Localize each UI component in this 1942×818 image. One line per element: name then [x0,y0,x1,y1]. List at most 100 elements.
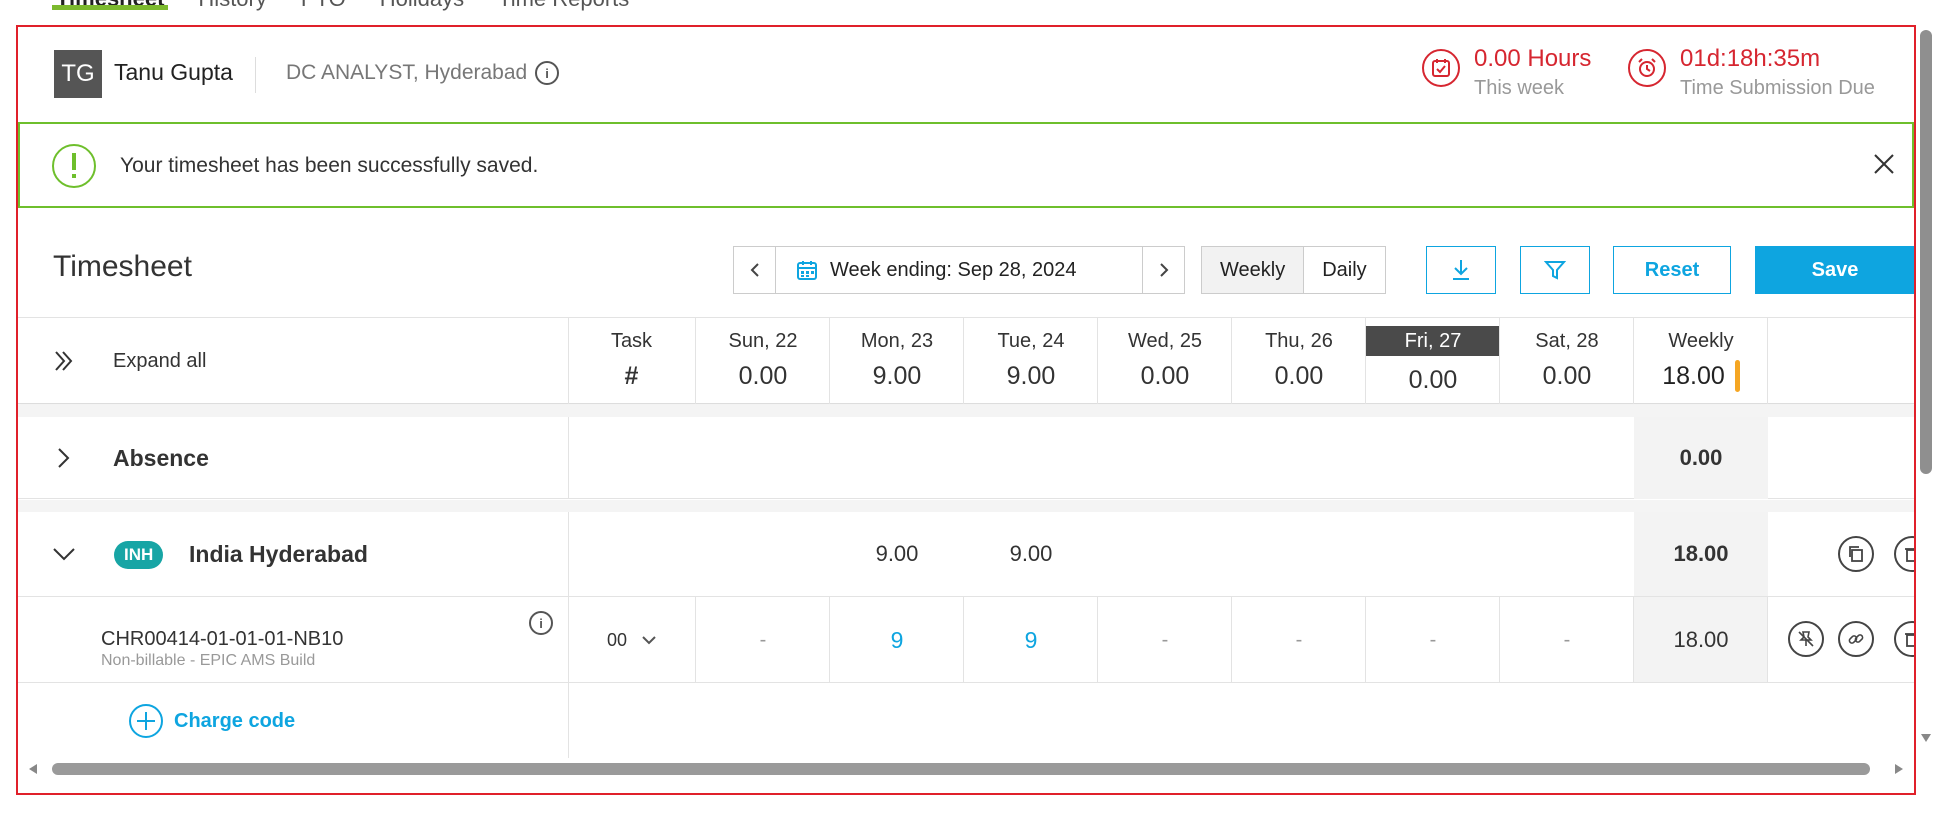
chevron-down-icon [642,636,656,645]
top-nav: Timesheet History PTO Holidays Time Repo… [52,0,633,22]
weekly-total-cell: 18.00 [1634,358,1768,394]
week-ending-selector[interactable]: Week ending: Sep 28, 2024 [776,247,1142,293]
project-badge: INH [114,541,164,569]
group-tue-hours: 9.00 [1009,541,1053,566]
filter-icon [1544,261,1566,280]
week-navigator: Week ending: Sep 28, 2024 [733,246,1185,294]
day-total: 0.00 [1408,365,1458,394]
task-header: Task [610,329,653,352]
info-icon[interactable]: i [535,61,559,85]
group-total: 18.00 [1634,512,1768,596]
hours-input[interactable]: - [1366,597,1500,683]
reset-button[interactable]: Reset [1613,246,1731,294]
vertical-scrollbar[interactable] [1916,30,1936,750]
task-number: 00 [606,629,628,650]
close-icon[interactable] [1868,148,1900,180]
info-icon[interactable]: i [529,611,553,635]
task-number-select[interactable]: 00 [569,597,695,683]
project-group-row: INH India Hyderabad 9.00 9.00 18.00 [18,512,1914,596]
chevron-down-icon[interactable] [50,542,78,566]
hours-input[interactable]: - [696,597,830,683]
day-total: 0.00 [1542,361,1592,390]
user-role: DC ANALYST, Hyderabad [286,61,528,84]
due-label: Time Submission Due [1680,77,1875,99]
horizontal-scrollbar[interactable] [26,760,1906,778]
download-icon [1453,260,1469,280]
day-total: 0.00 [1274,361,1324,390]
header-divider [255,57,256,93]
weekly-progress-marker [1734,360,1740,392]
user-name: Tanu Gupta [114,59,233,85]
calendar-check-icon [1422,49,1460,87]
copy-icon[interactable] [1838,536,1874,572]
chevron-right-icon[interactable] [50,445,76,471]
group-mon-hours: 9.00 [875,541,919,566]
banner-message: Your timesheet has been successfully sav… [120,154,539,177]
hours-input[interactable]: 9 [830,597,964,683]
day-total: 0.00 [738,361,788,390]
page-title: Timesheet [53,250,192,283]
plus-circle-icon [129,704,163,738]
bottom-strip [0,786,1942,818]
horizontal-scroll-thumb[interactable] [52,763,1870,775]
vertical-scroll-thumb[interactable] [1920,30,1932,474]
week-ending-label: Week ending: Sep 28, 2024 [830,258,1077,281]
project-name: India Hyderabad [189,540,368,567]
absence-label: Absence [113,444,209,471]
expand-all-icon[interactable] [48,346,78,376]
next-week-button[interactable] [1142,247,1184,293]
charge-code-desc: Non-billable - EPIC AMS Build [101,652,316,669]
day-header-today: Fri, 27 [1366,326,1500,356]
hours-input[interactable]: - [1098,597,1232,683]
day-total: 0.00 [1140,361,1190,390]
user-header: TG Tanu Gupta DC ANALYST, Hyderabad i 0.… [18,27,1914,123]
save-button[interactable]: Save [1755,246,1915,294]
hours-input[interactable]: 9 [964,597,1098,683]
day-header: Tue, 24 [997,329,1065,352]
task-total: 18.00 [1634,597,1768,683]
charge-code: CHR00414-01-01-01-NB10 [101,627,344,650]
add-charge-code-row: Charge code [18,682,1914,758]
tab-history[interactable]: History [194,0,270,22]
weekly-view-button[interactable]: Weekly [1202,247,1305,293]
day-total: 9.00 [872,361,922,390]
expand-all-label[interactable]: Expand all [113,346,206,376]
due-value: 01d:18h:35m [1680,45,1821,72]
hours-input[interactable]: - [1232,597,1366,683]
absence-row: Absence 0.00 [18,417,1914,499]
success-banner: Your timesheet has been successfully sav… [18,122,1914,208]
tab-timesheet[interactable]: Timesheet [52,0,169,22]
avatar: TG [54,50,102,98]
tab-holidays[interactable]: Holidays [376,0,468,22]
day-header: Wed, 25 [1127,329,1203,352]
day-header: Mon, 23 [860,329,934,352]
daily-view-button[interactable]: Daily [1304,247,1384,293]
day-header: Thu, 26 [1265,329,1333,352]
tab-time-reports[interactable]: Time Reports [494,0,633,22]
calendar-icon [797,261,817,280]
hours-label: This week [1474,77,1565,99]
task-row: CHR00414-01-01-01-NB10 Non-billable - EP… [18,596,1914,683]
weekly-total: 18.00 [1662,361,1725,390]
unpin-icon[interactable] [1788,621,1824,657]
day-total: 9.00 [1006,361,1056,390]
absence-total: 0.00 [1634,417,1768,499]
hours-value: 0.00 Hours [1474,45,1592,72]
task-hash-header: # [624,361,639,390]
delete-icon[interactable] [1894,536,1914,572]
filter-button[interactable] [1520,246,1590,294]
download-button[interactable] [1426,246,1496,294]
day-header: Sun, 22 [728,329,798,352]
add-charge-code-label: Charge code [174,709,296,732]
prev-week-button[interactable] [734,247,776,293]
alarm-clock-icon [1628,49,1666,87]
hours-input[interactable]: - [1500,597,1634,683]
delete-icon[interactable] [1894,621,1914,657]
tab-pto[interactable]: PTO [297,0,350,22]
timesheet-grid: Expand all Task # Sun, 22 0.00 Mon, 23 9… [18,318,1914,758]
day-header: Sat, 28 [1535,329,1599,352]
view-toggle: Weekly Daily [1201,246,1386,294]
add-charge-code-button[interactable]: Charge code [128,703,295,739]
grid-header-row: Expand all Task # Sun, 22 0.00 Mon, 23 9… [18,318,1914,404]
link-icon[interactable] [1838,621,1874,657]
